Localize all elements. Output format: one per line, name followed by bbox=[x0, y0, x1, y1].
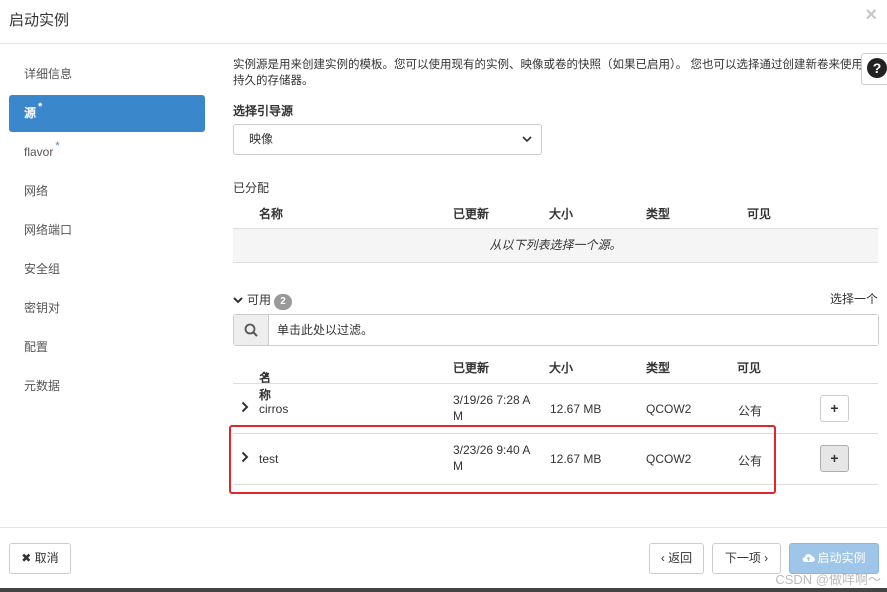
question-icon: ? bbox=[867, 58, 887, 78]
column-header-updated: 已更新 bbox=[453, 207, 490, 221]
cancel-button[interactable]: ✖ 取消 bbox=[9, 543, 71, 574]
sidebar-item-label: 安全组 bbox=[24, 262, 61, 276]
help-button[interactable]: ? bbox=[861, 53, 887, 85]
row-size: 12.67 MB bbox=[550, 402, 602, 416]
column-header-name: 名称 bbox=[259, 207, 284, 221]
boot-source-select[interactable]: 映像 bbox=[233, 124, 542, 155]
column-header-visibility: 可见 bbox=[747, 207, 772, 221]
search-icon bbox=[234, 315, 269, 345]
available-count-badge: 2 bbox=[274, 294, 293, 310]
column-header-size: 大小 bbox=[549, 207, 574, 221]
row-name: cirros bbox=[259, 402, 289, 416]
next-button[interactable]: 下一项 › bbox=[712, 543, 781, 574]
column-header-type[interactable]: 类型 bbox=[646, 359, 670, 376]
allocated-empty-message: 从以下列表选择一个源。 bbox=[233, 229, 878, 262]
highlight-box bbox=[229, 425, 776, 494]
sidebar-item-network-ports[interactable]: 网络端口 bbox=[9, 212, 205, 249]
close-icon[interactable]: × bbox=[865, 4, 877, 27]
sidebar-item-flavor[interactable]: flavor * bbox=[9, 134, 205, 171]
source-description: 实例源是用来创建实例的模板。您可以使用现有的实例、映像或卷的快照（如果已启用）。… bbox=[233, 59, 863, 87]
row-updated: 3/19/26 7:28 A bbox=[453, 393, 531, 407]
launch-label: 启动实例 bbox=[817, 551, 866, 565]
sidebar-item-label: 元数据 bbox=[24, 379, 61, 393]
column-header-size[interactable]: 大小 bbox=[549, 359, 573, 376]
boot-source-value: 映像 bbox=[249, 132, 274, 146]
launch-instance-modal: 启动实例 × 详细信息 源 * flavor * 网络 网络端口 安全组 密钥对 配… bbox=[0, 0, 887, 592]
available-label: 可用 bbox=[247, 293, 272, 307]
sidebar-item-label: 源 bbox=[24, 106, 37, 120]
modal-header: 启动实例 × bbox=[0, 0, 887, 44]
column-header-type: 类型 bbox=[646, 207, 671, 221]
filter-input[interactable] bbox=[270, 315, 878, 345]
add-button[interactable]: + bbox=[820, 395, 849, 422]
required-marker: * bbox=[38, 101, 43, 113]
row-updated-cont: M bbox=[453, 409, 463, 423]
sidebar-item-security-groups[interactable]: 安全组 bbox=[9, 251, 205, 288]
cloud-upload-icon bbox=[803, 554, 816, 563]
sidebar-item-details[interactable]: 详细信息 bbox=[9, 56, 205, 93]
wizard-sidebar: 详细信息 源 * flavor * 网络 网络端口 安全组 密钥对 配置 元数据 bbox=[0, 56, 215, 407]
sidebar-item-label: flavor bbox=[24, 145, 54, 159]
sidebar-item-metadata[interactable]: 元数据 bbox=[9, 368, 205, 405]
modal-title: 启动实例 bbox=[9, 12, 70, 29]
available-toggle[interactable]: 可用 2 bbox=[233, 291, 293, 310]
bottom-bar bbox=[0, 588, 887, 592]
available-table-header: 名称 ▲ 已更新 大小 类型 可见 bbox=[233, 349, 878, 402]
required-marker: * bbox=[55, 140, 60, 152]
sidebar-item-label: 配置 bbox=[24, 340, 49, 354]
sidebar-item-label: 网络端口 bbox=[24, 223, 73, 237]
column-header-updated[interactable]: 已更新 bbox=[453, 359, 489, 376]
row-type: QCOW2 bbox=[646, 402, 692, 416]
back-button[interactable]: ‹ 返回 bbox=[649, 543, 704, 574]
chevron-down-icon bbox=[233, 297, 243, 304]
column-header-visibility[interactable]: 可见 bbox=[737, 359, 761, 376]
row-visibility: 公有 bbox=[738, 404, 763, 418]
allocated-table-header: 名称 已更新 大小 类型 可见 bbox=[233, 195, 878, 229]
sidebar-item-source[interactable]: 源 * bbox=[9, 95, 205, 132]
modal-footer: ✖ 取消 ‹ 返回 下一项 › 启动实例 bbox=[0, 527, 887, 592]
sidebar-item-configuration[interactable]: 配置 bbox=[9, 329, 205, 366]
watermark: CSDN @做咩啊～ bbox=[775, 572, 881, 587]
divider bbox=[233, 262, 878, 263]
sidebar-item-label: 网络 bbox=[24, 184, 49, 198]
filter-bar bbox=[233, 314, 879, 346]
sidebar-item-label: 详细信息 bbox=[24, 67, 73, 81]
chevron-right-icon[interactable] bbox=[241, 401, 249, 416]
source-panel: 实例源是用来创建实例的模板。您可以使用现有的实例、映像或卷的快照（如果已启用）。… bbox=[233, 53, 887, 485]
sidebar-item-network[interactable]: 网络 bbox=[9, 173, 205, 210]
boot-source-label: 选择引导源 bbox=[233, 104, 294, 118]
select-one-hint: 选择一个 bbox=[830, 292, 879, 306]
allocated-label: 已分配 bbox=[233, 181, 270, 195]
sidebar-item-label: 密钥对 bbox=[24, 301, 61, 315]
add-button[interactable]: + bbox=[820, 445, 849, 472]
sort-ascending-icon: ▲ bbox=[262, 369, 271, 379]
sidebar-item-key-pair[interactable]: 密钥对 bbox=[9, 290, 205, 327]
chevron-down-icon bbox=[521, 125, 533, 165]
